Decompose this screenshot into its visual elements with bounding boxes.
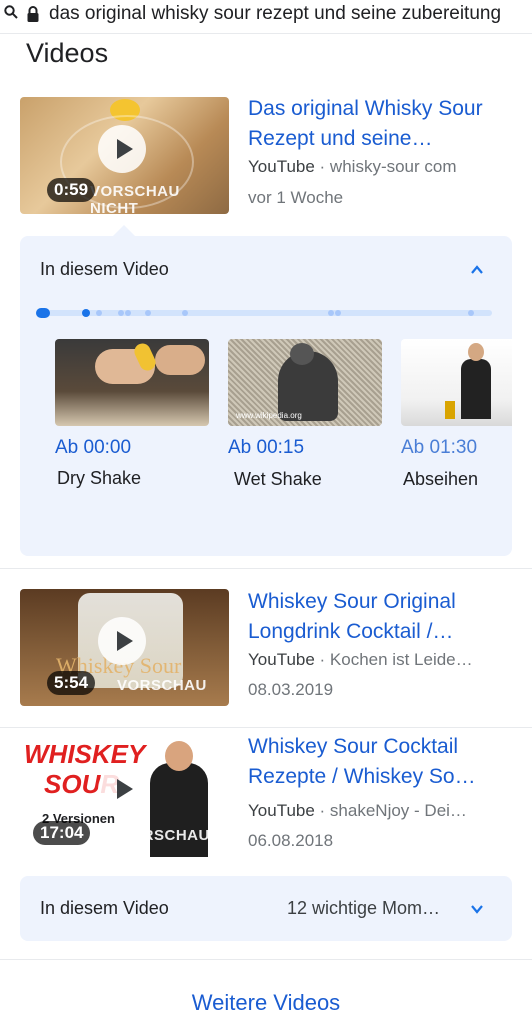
video-title[interactable]: Whiskey Sour Original Longdrink Cocktail… xyxy=(248,587,518,647)
key-moments-collapsed[interactable]: In diesem Video 12 wichtige Mom… xyxy=(20,876,512,941)
more-videos-link[interactable]: Weitere Videos xyxy=(0,990,532,1016)
divider xyxy=(0,568,532,569)
source-name: YouTube xyxy=(248,801,315,820)
video-title-link[interactable]: Das original Whisky Sour Rezept und sein… xyxy=(248,97,483,150)
timeline-marker[interactable] xyxy=(125,310,131,316)
lock-icon xyxy=(27,6,39,22)
video-thumbnail[interactable]: Whiskey Sour 5:54 VORSCHAU xyxy=(20,589,229,706)
bottle-image xyxy=(445,401,455,419)
video-date: 08.03.2019 xyxy=(248,680,334,699)
timeline-marker[interactable] xyxy=(96,310,102,316)
video-date: vor 1 Woche xyxy=(248,188,344,207)
duration-badge: 17:04 xyxy=(33,821,91,845)
channel-name: · whisky-sour com xyxy=(319,157,457,176)
key-moment-time[interactable]: Ab 00:00 xyxy=(55,437,131,459)
channel-name: · Kochen ist Leide… xyxy=(319,650,473,669)
video-date: 06.08.2018 xyxy=(248,831,334,850)
timeline-marker[interactable] xyxy=(145,310,151,316)
timeline-marker[interactable] xyxy=(468,310,474,316)
search-icon xyxy=(4,5,18,19)
play-icon[interactable] xyxy=(98,765,146,813)
video-thumbnail[interactable]: VORSCHAU NICHT 0:59 xyxy=(20,97,229,214)
timeline-marker-current[interactable] xyxy=(36,308,50,318)
key-moment-thumbnail[interactable] xyxy=(401,339,512,426)
video-title-link[interactable]: Whiskey Sour Original Longdrink Cocktail… xyxy=(248,590,456,643)
key-moment-label: Dry Shake xyxy=(57,468,142,488)
preview-label: VORSCHAU NICHT xyxy=(90,183,180,214)
timeline-marker[interactable] xyxy=(328,310,334,316)
preview-label: VORSCHAU xyxy=(117,677,207,694)
source-name: YouTube xyxy=(248,650,315,669)
section-title: Videos xyxy=(26,38,109,68)
video-source: YouTube · whisky-sour com xyxy=(248,157,518,177)
key-moments-summary: 12 wichtige Mom… xyxy=(287,898,441,918)
key-moment-thumbnail[interactable]: www.wikipedia.org xyxy=(228,339,382,426)
timeline-marker[interactable] xyxy=(182,310,188,316)
key-moment-label: Abseihen xyxy=(403,469,479,489)
video-title[interactable]: Whiskey Sour Cocktail Rezepte / Whiskey … xyxy=(248,732,518,792)
person-head xyxy=(165,741,193,771)
key-moment-thumbnail[interactable] xyxy=(55,339,209,426)
channel-name: · shakeNjoy - Dei… xyxy=(319,801,467,820)
key-moment-label: Wet Shake xyxy=(234,469,322,489)
image-caption: www.wikipedia.org xyxy=(236,411,302,420)
timeline-track[interactable] xyxy=(36,308,492,318)
video-source: YouTube · shakeNjoy - Dei… xyxy=(248,801,518,821)
timeline-marker[interactable] xyxy=(118,310,124,316)
timeline-marker[interactable] xyxy=(82,309,90,317)
play-icon[interactable] xyxy=(98,617,146,665)
duration-badge: 0:59 xyxy=(47,178,96,202)
search-query: das original whisky sour rezept und sein… xyxy=(49,3,502,24)
video-source: YouTube · Kochen ist Leide… xyxy=(248,650,518,670)
chevron-up-icon[interactable] xyxy=(471,264,483,276)
person-image xyxy=(461,359,491,419)
person-head xyxy=(468,343,484,361)
video-thumbnail[interactable]: WHISKEY SOUR 2 Versionen 17:04 VORSCHAU xyxy=(20,733,229,857)
video-title[interactable]: Das original Whisky Sour Rezept und sein… xyxy=(248,94,518,154)
address-bar[interactable]: das original whisky sour rezept und sein… xyxy=(0,0,532,34)
divider xyxy=(0,727,532,728)
key-moments-label: In diesem Video xyxy=(40,259,169,279)
key-moment-time[interactable]: Ab 00:15 xyxy=(228,437,304,459)
play-icon[interactable] xyxy=(98,125,146,173)
duration-badge: 5:54 xyxy=(47,671,96,695)
timeline-marker[interactable] xyxy=(335,310,341,316)
video-title-link[interactable]: Whiskey Sour Cocktail Rezepte / Whiskey … xyxy=(248,735,476,788)
preview-label: VORSCHAU xyxy=(120,827,210,844)
figure-head xyxy=(290,343,314,365)
chevron-down-icon[interactable] xyxy=(471,903,483,915)
divider xyxy=(0,959,532,960)
source-name: YouTube xyxy=(248,157,315,176)
hand-image xyxy=(155,345,205,375)
key-moment-time[interactable]: Ab 01:30 xyxy=(401,437,477,459)
key-moments-label: In diesem Video xyxy=(40,898,169,918)
